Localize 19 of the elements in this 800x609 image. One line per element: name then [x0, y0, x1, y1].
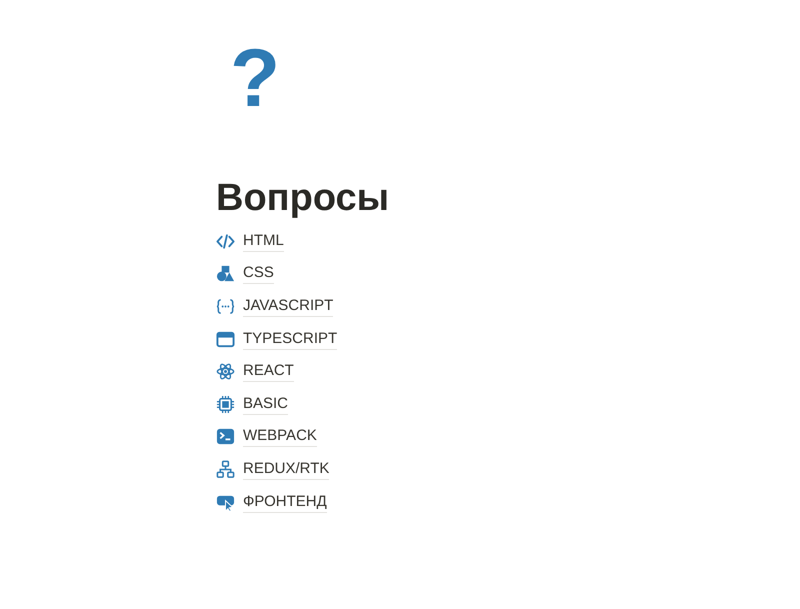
page-link[interactable]: ФРОНТЕНД: [243, 492, 327, 513]
page-title: Вопросы: [216, 176, 390, 221]
atom-icon: [216, 362, 235, 382]
braces-icon: [216, 296, 235, 316]
shapes-icon: [216, 264, 235, 284]
chip-icon: [216, 394, 235, 414]
page-link[interactable]: WEBPACK: [243, 426, 317, 448]
terminal-icon: [216, 427, 235, 446]
page-link[interactable]: REACT: [243, 361, 294, 382]
page-link[interactable]: REDUX/RTK: [243, 458, 330, 480]
page-link[interactable]: HTML: [243, 230, 284, 252]
browser-window-icon: [216, 330, 235, 349]
page-link[interactable]: TYPESCRIPT: [243, 328, 338, 350]
code-icon: [216, 232, 235, 251]
page-link[interactable]: BASIC: [243, 394, 288, 415]
page-icon: ?: [230, 38, 280, 120]
hierarchy-icon: [216, 460, 235, 479]
page-link[interactable]: CSS: [243, 263, 274, 284]
page-link[interactable]: JAVASCRIPT: [243, 296, 334, 317]
